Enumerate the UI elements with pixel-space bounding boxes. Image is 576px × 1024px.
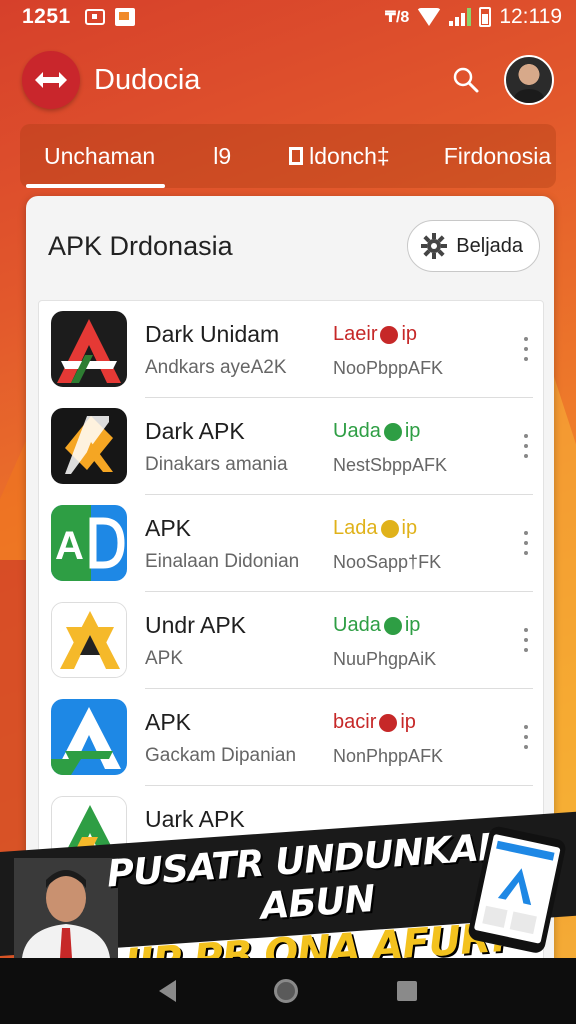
signal-icon: [449, 8, 472, 26]
app-title: Dudocia: [94, 63, 201, 96]
more-vert-icon[interactable]: [521, 434, 531, 458]
app-status-suffix: ip: [401, 517, 418, 539]
app-status: Lada ip: [333, 517, 417, 540]
list-item[interactable]: Dark Unidam Andkars ayeA2K Laeir ip NooP…: [39, 301, 545, 398]
apk-blue-app-icon: [51, 699, 127, 775]
status-badge-icon: [380, 325, 399, 344]
tab-l9[interactable]: l9: [189, 124, 231, 188]
wifi-icon: [417, 8, 442, 26]
gear-icon: [421, 233, 448, 259]
app-status-text: Lada: [333, 517, 378, 539]
status-badge-icon: [380, 519, 399, 538]
more-vert-icon[interactable]: [521, 725, 531, 749]
battery-icon: [479, 7, 492, 27]
app-name: Dark Unidam: [145, 321, 280, 347]
app-name: APK: [145, 709, 192, 735]
avatar[interactable]: [504, 55, 554, 105]
tab-label: Firdonosia: [443, 142, 552, 169]
notification-box-icon: [84, 9, 105, 25]
filter-button-label: Beljada: [456, 234, 523, 257]
tab-box-icon: [289, 147, 304, 165]
app-name: Uark APK: [145, 806, 245, 832]
app-status-text: bacir: [333, 711, 377, 733]
app-source: NonPhppAFK: [333, 746, 444, 766]
app-name: Undr APK: [145, 612, 246, 638]
svg-text:A: A: [55, 524, 84, 568]
list-item[interactable]: Dark APK Dinakars amania Uada ip NestSbp…: [39, 398, 545, 495]
app-status-text: Uada: [333, 420, 381, 442]
list-item[interactable]: Undr APK APK Uada ip NuuPhgpAiK: [39, 592, 545, 689]
tab-bar: Unchaman l9 ldonch‡ Firdonosia: [20, 124, 556, 188]
more-vert-icon[interactable]: [521, 628, 531, 652]
status-notification-icons: [84, 8, 135, 26]
home-icon[interactable]: [274, 979, 299, 1003]
status-bar: 1251 ₸/8 12:119: [0, 0, 576, 34]
system-nav-bar: [0, 958, 576, 1024]
list-item[interactable]: A APK Einalaan Didonian Lada ip NooSapp†…: [39, 495, 545, 592]
app-status-suffix: ip: [404, 420, 421, 442]
tab-firdonosia[interactable]: Firdonosia: [420, 124, 551, 188]
card-header: APK Drdonasia Beljada: [26, 196, 554, 296]
app-status-text: Uada: [333, 614, 381, 636]
dark-unidam-app-icon: [51, 311, 127, 387]
app-source: NooPbppAFK: [333, 358, 444, 378]
app-description: Gackam Dipanian: [145, 745, 297, 766]
status-badge-icon: [383, 616, 402, 635]
tab-label: Unchaman: [44, 142, 156, 169]
app-bar: Dudocia: [0, 40, 576, 120]
tab-label: l9: [213, 142, 232, 169]
list-item[interactable]: APK Gackam Dipanian bacir ip NonPhppAFK: [39, 689, 545, 786]
notification-photo-icon: [114, 8, 135, 26]
recent-apps-icon[interactable]: [396, 981, 417, 1001]
app-status-suffix: ip: [404, 614, 421, 636]
search-icon[interactable]: [446, 60, 486, 100]
app-status: Uada ip: [333, 614, 420, 637]
app-status-suffix: ip: [400, 711, 416, 733]
status-time-right: 12:119: [499, 5, 562, 28]
app-status: Laeir ip: [333, 323, 417, 346]
tab-label: ldonch‡: [309, 142, 390, 169]
app-status: bacir ip: [333, 711, 416, 734]
ad-app-icon: A: [51, 505, 127, 581]
app-name: APK: [145, 515, 192, 541]
filter-button[interactable]: Beljada: [407, 220, 540, 272]
app-description: APK: [145, 648, 184, 669]
app-description: Andkars ayeA2K: [145, 357, 287, 378]
app-source: NestSbppAFK: [333, 455, 448, 475]
status-time-left: 1251: [22, 5, 71, 28]
arrow-left-right-icon[interactable]: [22, 51, 80, 109]
tab-unchaman[interactable]: Unchaman: [20, 124, 166, 188]
more-vert-icon[interactable]: [521, 337, 531, 361]
network-type-label: ₸/8: [384, 9, 410, 26]
undr-apk-app-icon: [51, 602, 127, 678]
back-icon[interactable]: [159, 980, 177, 1002]
status-badge-icon: [379, 713, 398, 732]
app-description: Dinakars amania: [145, 454, 288, 475]
app-source: NuuPhgpAiK: [333, 649, 437, 669]
status-right-icons: ₸/8 12:119: [385, 5, 562, 29]
app-status-text: Laeir: [333, 323, 378, 345]
app-status-suffix: ip: [401, 323, 418, 345]
promo-banner[interactable]: PUSATR UNDUNKAN-AБUN IIP PB ONA AFUR!: [0, 811, 576, 987]
card-title: APK Drdonasia: [48, 230, 233, 261]
more-vert-icon[interactable]: [521, 531, 531, 555]
app-name: Dark APK: [145, 418, 245, 444]
tab-ldonch[interactable]: ldonch‡: [265, 124, 390, 188]
status-badge-icon: [383, 422, 402, 441]
dark-apk-app-icon: [51, 408, 127, 484]
app-status: Uada ip: [333, 420, 420, 443]
app-description: Einalaan Didonian: [145, 551, 300, 572]
app-source: NooSapp†FK: [333, 552, 442, 572]
